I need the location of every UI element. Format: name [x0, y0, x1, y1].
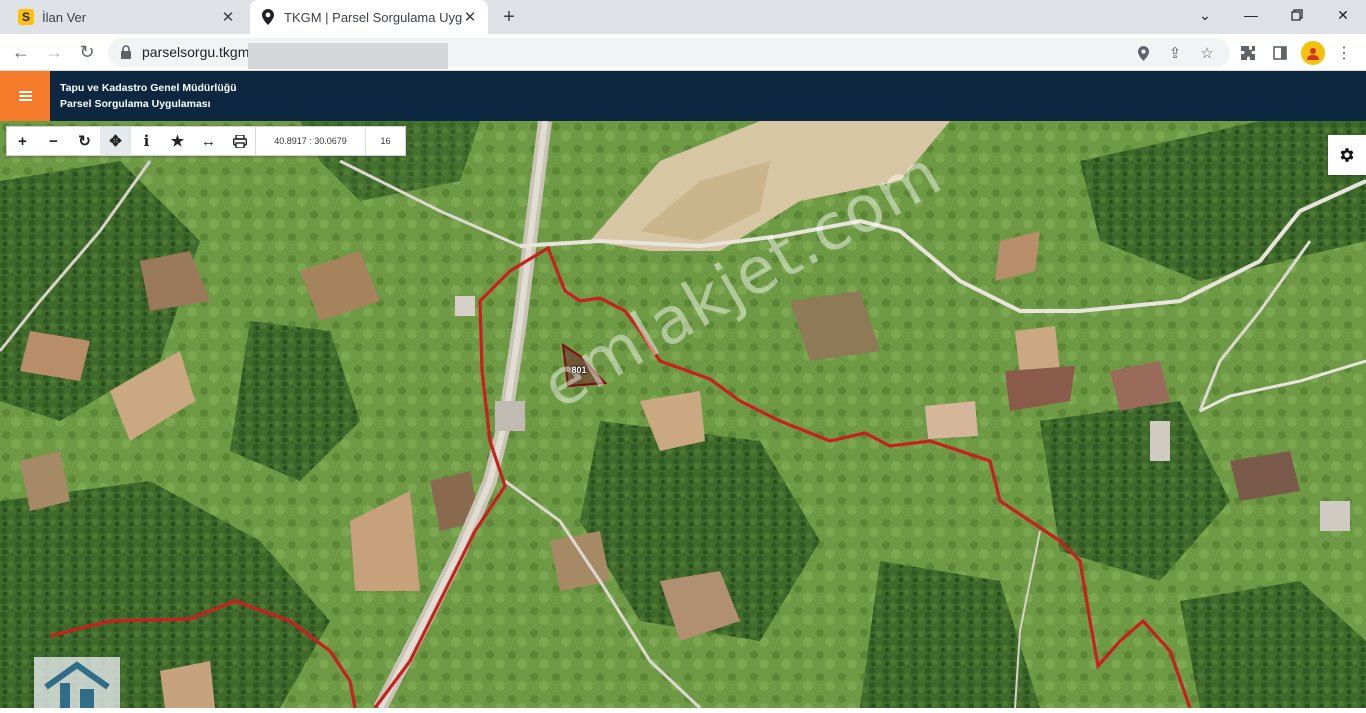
close-tab-icon[interactable]: ✕ — [220, 9, 236, 26]
app-header: Tapu ve Kadastro Genel Müdürlüğü Parsel … — [0, 71, 1366, 121]
location-icon[interactable] — [1134, 44, 1152, 62]
app-title: Tapu ve Kadastro Genel Müdürlüğü Parsel … — [60, 80, 237, 112]
parcel-number-label[interactable]: 801 — [566, 364, 592, 376]
gear-icon — [1340, 148, 1354, 162]
window-close-icon[interactable]: ✕ — [1320, 0, 1366, 30]
new-tab-plus-icon[interactable]: + — [498, 6, 520, 28]
pan-crosshair-icon[interactable]: ✥ — [100, 127, 131, 155]
forward-arrow-icon[interactable]: → — [41, 39, 67, 65]
bookmark-star-icon[interactable]: ☆ — [1198, 44, 1216, 62]
map-canvas[interactable] — [0, 121, 1366, 708]
minimize-icon[interactable]: — — [1228, 0, 1274, 30]
favorite-star-icon[interactable]: ★ — [162, 127, 193, 155]
browser-tab-strip: S İlan Ver ✕ TKGM | Parsel Sorgulama Uyg… — [0, 0, 1366, 34]
satellite-map[interactable] — [0, 121, 1366, 708]
restore-icon[interactable] — [1274, 0, 1320, 30]
extensions-puzzle-icon[interactable] — [1238, 43, 1258, 63]
tab-title: TKGM | Parsel Sorgulama Uygula — [284, 9, 462, 25]
redacted-url-segment — [248, 43, 448, 69]
house-logo-icon — [44, 661, 110, 708]
refresh-icon[interactable]: ↻ — [69, 127, 100, 155]
hamburger-menu-button[interactable] — [0, 71, 50, 121]
coordinate-readout: 40.8917 : 30.0679 — [255, 127, 365, 155]
reload-icon[interactable]: ↻ — [74, 39, 100, 65]
s-favicon-icon: S — [18, 9, 34, 25]
tab-ilan-ver[interactable]: S İlan Ver ✕ — [8, 0, 246, 34]
zoom-level-readout: 16 — [365, 127, 405, 155]
tab-title: İlan Ver — [42, 9, 87, 25]
hamburger-icon — [18, 95, 32, 97]
browser-toolbar: ← → ↻ parselsorgu.tkgm.gov.tr/#ara/idari… — [0, 34, 1366, 71]
tab-tkgm[interactable]: TKGM | Parsel Sorgulama Uygula ✕ — [250, 0, 488, 34]
tab-search-chevron-icon[interactable]: ⌄ — [1182, 0, 1228, 30]
side-panel-icon[interactable] — [1270, 43, 1290, 63]
back-arrow-icon[interactable]: ← — [8, 39, 34, 65]
map-toolbar: + − ↻ ✥ i ★ ↔ 40.8917 : 30.0679 16 — [6, 126, 406, 156]
measure-distance-icon[interactable]: ↔ — [193, 127, 224, 155]
info-icon[interactable]: i — [131, 127, 162, 155]
zoom-in-plus-icon[interactable]: + — [7, 127, 38, 155]
organization-name: Tapu ve Kadastro Genel Müdürlüğü — [60, 82, 237, 94]
zoom-out-minus-icon[interactable]: − — [38, 127, 69, 155]
chrome-menu-kebab-icon[interactable]: ⋮ — [1334, 43, 1354, 63]
share-icon[interactable]: ⇪ — [1166, 44, 1184, 62]
application-name: Parsel Sorgulama Uygulaması — [60, 98, 211, 110]
lock-icon — [121, 45, 131, 59]
site-logo — [34, 657, 120, 708]
map-settings-button[interactable] — [1328, 135, 1366, 175]
profile-avatar[interactable] — [1301, 41, 1325, 65]
location-pin-icon — [260, 9, 276, 25]
close-tab-icon[interactable]: ✕ — [462, 9, 478, 26]
print-icon[interactable] — [224, 127, 255, 155]
